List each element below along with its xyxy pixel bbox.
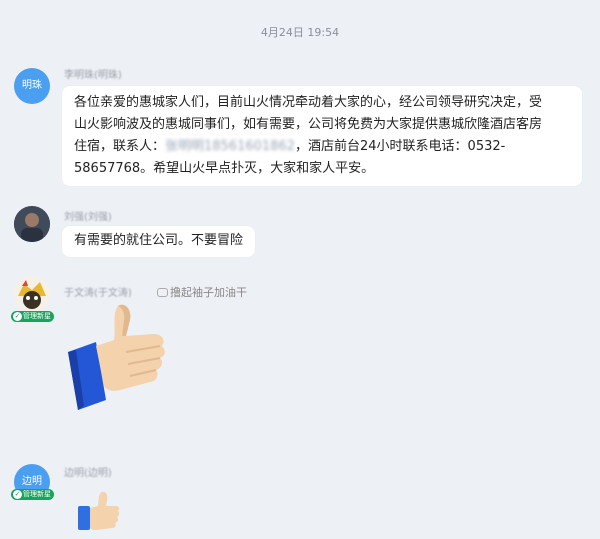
message-line: 各位亲爱的惠城家人们，目前山火情况牵动着大家的心，经公司领导研究决定，受 [74, 95, 543, 110]
user-status[interactable]: 撸起袖子加油干 [157, 284, 247, 300]
check-icon: ✓ [13, 490, 22, 499]
badge-label: 管理新星 [23, 490, 51, 498]
cartoon-avatar [14, 276, 50, 312]
sender-name[interactable]: 于文涛(于文涛) [64, 284, 132, 299]
badge-label: 管理新星 [23, 312, 51, 320]
sender-name[interactable]: 刘强(刘强) [64, 208, 112, 223]
sender-name[interactable]: 李明珠(明珠) [64, 66, 122, 81]
avatar[interactable]: 明珠 [14, 68, 50, 104]
thumbs-up-sticker[interactable] [62, 300, 172, 412]
avatar-photo [14, 206, 50, 242]
avatar[interactable] [14, 206, 50, 242]
avatar[interactable] [14, 276, 50, 312]
role-badge: ✓ 管理新星 [11, 489, 54, 500]
masked-contact: 张明明18561601862 [165, 139, 295, 154]
sender-name[interactable]: 边明(边明) [64, 464, 112, 479]
chat-bubble-icon [157, 288, 168, 297]
message-text: 住宿，联系人： [74, 139, 166, 154]
message-timestamp: 4月24日 19:54 [260, 26, 340, 39]
check-icon: ✓ [13, 312, 22, 321]
status-text: 撸起袖子加油干 [170, 286, 247, 299]
message-bubble[interactable]: 各位亲爱的惠城家人们，目前山火情况牵动着大家的心，经公司领导研究决定，受 山火影… [62, 86, 582, 186]
message-line: 58657768。希望山火早点扑灭，大家和家人平安。 [74, 161, 375, 176]
chat-window: 4月24日 19:54 明珠 李明珠(明珠) 各位亲爱的惠城家人们，目前山火情况… [0, 0, 600, 539]
message-text: 有需要的就住公司。不要冒险 [74, 233, 244, 248]
avatar-initials: 明珠 [22, 80, 42, 91]
message-text: ，酒店前台24小时联系电话：0532- [295, 139, 506, 154]
avatar-initials: 边明 [22, 476, 42, 487]
message-line: 住宿，联系人：张明明18561601862，酒店前台24小时联系电话：0532- [74, 136, 570, 158]
message-bubble[interactable]: 有需要的就住公司。不要冒险 [62, 226, 256, 257]
role-badge: ✓ 管理新星 [11, 311, 54, 322]
message-line: 山火影响波及的惠城同事们，如有需要，公司将免费为大家提供惠城欣隆酒店客房 [74, 117, 543, 132]
thumbs-up-emoji[interactable] [76, 490, 120, 532]
